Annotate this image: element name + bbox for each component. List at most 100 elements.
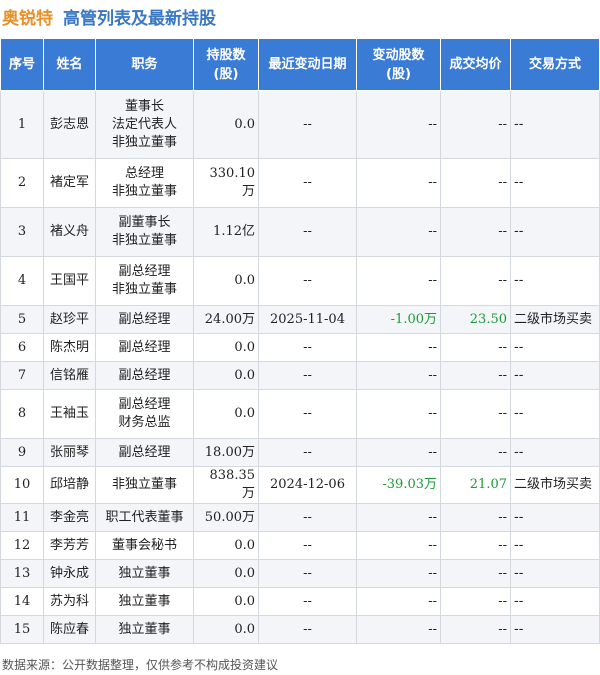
change-date: -- (258, 90, 357, 159)
avg-price: -- (440, 559, 511, 588)
trade-method: -- (510, 389, 600, 439)
column-header-date: 最近变动日期 (258, 38, 357, 91)
row-number: 8 (0, 389, 44, 439)
row-number: 12 (0, 531, 44, 560)
exec-roles: 独立董事 (95, 615, 194, 644)
shares-held: 0.0 (193, 389, 259, 439)
change-shares: -39.03万 (356, 466, 441, 504)
exec-name: 陈应春 (43, 615, 96, 644)
avg-price: -- (440, 503, 511, 532)
avg-price: -- (440, 438, 511, 467)
table-row: 4 王国平 副总经理 非独立董事 0.0 -- -- -- -- (0, 256, 600, 306)
exec-name: 钟永成 (43, 559, 96, 588)
exec-roles: 董事长 法定代表人 非独立董事 (95, 90, 194, 159)
role-line: 副总经理 (118, 311, 171, 327)
change-shares: -- (356, 587, 441, 616)
exec-name: 赵珍平 (43, 305, 96, 334)
role-line: 财务总监 (118, 415, 171, 430)
row-number: 1 (0, 90, 44, 159)
trade-method: 二级市场买卖 (510, 305, 600, 334)
role-line: 董事会秘书 (111, 537, 177, 553)
exec-roles: 副总经理 (95, 333, 194, 362)
exec-name: 王国平 (43, 256, 96, 306)
exec-roles: 总经理 非独立董事 (95, 158, 194, 208)
table-row: 2 褚定军 总经理 非独立董事 330.10万 -- -- -- -- (0, 158, 600, 208)
change-shares: -- (356, 90, 441, 159)
avg-price: -- (440, 587, 511, 616)
change-shares: -1.00万 (356, 305, 441, 334)
change-shares: -- (356, 531, 441, 560)
row-number: 13 (0, 559, 44, 588)
avg-price: -- (440, 256, 511, 306)
column-header-role: 职务 (95, 38, 194, 91)
change-date: -- (258, 207, 357, 257)
avg-price: 21.07 (440, 466, 511, 504)
executive-table: 序号 姓名 职务 持股数 (股) 最近变动日期 变动股数 (股) 成交均价 交易方式 1 彭志恩… (0, 38, 600, 644)
shares-held: 0.0 (193, 559, 259, 588)
exec-name: 张丽琴 (43, 438, 96, 467)
role-line: 非独立董事 (111, 282, 177, 297)
avg-price: -- (440, 333, 511, 362)
change-date: 2025-11-04 (258, 305, 357, 334)
row-number: 5 (0, 305, 44, 334)
column-header-no: 序号 (0, 38, 44, 91)
change-shares: -- (356, 256, 441, 306)
avg-price: -- (440, 207, 511, 257)
role-line: 法定代表人 (111, 116, 177, 132)
avg-price: -- (440, 361, 511, 390)
trade-method: -- (510, 615, 600, 644)
exec-name: 李芳芳 (43, 531, 96, 560)
exec-name: 彭志恩 (43, 90, 96, 159)
shares-held: 838.35万 (193, 466, 259, 504)
row-number: 3 (0, 207, 44, 257)
trade-method: 二级市场买卖 (510, 466, 600, 504)
trade-method: -- (510, 90, 600, 159)
change-shares: -- (356, 158, 441, 208)
exec-roles: 副总经理 财务总监 (95, 389, 194, 439)
table-row: 11 李金亮 职工代表董事 50.00万 -- -- -- -- (0, 503, 600, 532)
exec-roles: 副董事长 非独立董事 (95, 207, 194, 257)
shares-held: 18.00万 (193, 438, 259, 467)
change-date: -- (258, 256, 357, 306)
exec-roles: 独立董事 (95, 587, 194, 616)
shares-held: 1.12亿 (193, 207, 259, 257)
exec-name: 王袖玉 (43, 389, 96, 439)
trade-method: -- (510, 438, 600, 467)
page-title: 高管列表及最新持股 (63, 8, 216, 29)
exec-roles: 非独立董事 (95, 466, 194, 504)
table-row: 7 信铭雁 副总经理 0.0 -- -- -- -- (0, 361, 600, 390)
shares-held: 330.10万 (193, 158, 259, 208)
shares-held: 24.00万 (193, 305, 259, 334)
column-header-method: 交易方式 (510, 38, 600, 91)
avg-price: -- (440, 158, 511, 208)
exec-roles: 董事会秘书 (95, 531, 194, 560)
exec-roles: 副总经理 非独立董事 (95, 256, 194, 306)
shares-held: 0.0 (193, 256, 259, 306)
change-date: -- (258, 615, 357, 644)
exec-name: 邱培静 (43, 466, 96, 504)
change-date: -- (258, 531, 357, 560)
exec-name: 信铭雁 (43, 361, 96, 390)
avg-price: -- (440, 531, 511, 560)
row-number: 4 (0, 256, 44, 306)
trade-method: -- (510, 333, 600, 362)
role-line: 独立董事 (118, 565, 171, 581)
role-line: 副董事长 (118, 215, 171, 230)
role-line: 独立董事 (118, 593, 171, 609)
change-date: -- (258, 587, 357, 616)
change-shares: -- (356, 333, 441, 362)
change-date: -- (258, 333, 357, 362)
trade-method: -- (510, 207, 600, 257)
table-row: 13 钟永成 独立董事 0.0 -- -- -- -- (0, 559, 600, 588)
change-date: -- (258, 438, 357, 467)
row-number: 2 (0, 158, 44, 208)
change-date: -- (258, 361, 357, 390)
role-line: 独立董事 (118, 621, 171, 637)
role-line: 非独立董事 (111, 477, 177, 492)
row-number: 11 (0, 503, 44, 532)
table-row: 10 邱培静 非独立董事 838.35万 2024-12-06 -39.03万 21.07 二… (0, 466, 600, 504)
exec-roles: 独立董事 (95, 559, 194, 588)
role-line: 副总经理 (118, 339, 171, 355)
exec-name: 褚义舟 (43, 207, 96, 257)
data-source-note: 数据来源：公开数据整理，仅供参考不构成投资建议 (2, 658, 279, 672)
